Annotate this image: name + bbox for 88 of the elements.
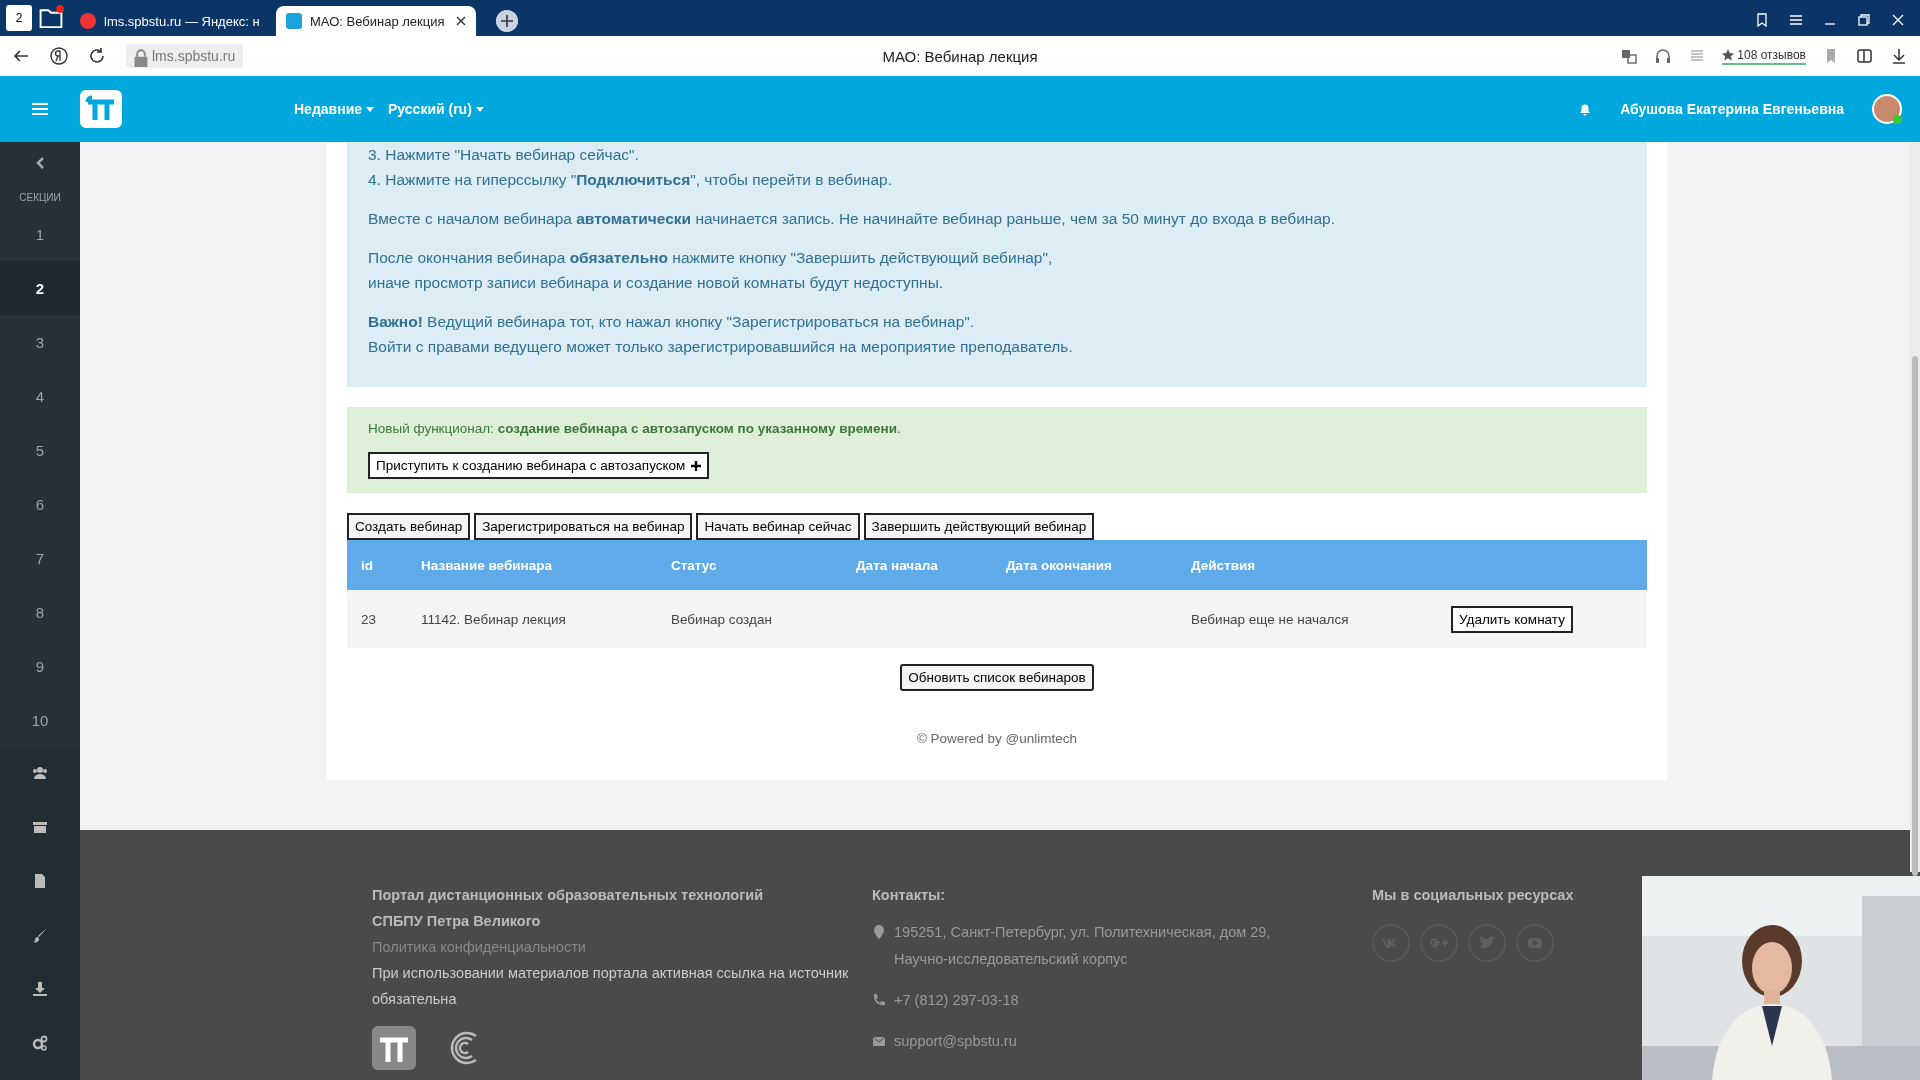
online-status-dot xyxy=(1893,115,1902,124)
map-pin-icon xyxy=(872,925,886,939)
browser-tab[interactable]: lms.spbstu.ru — Яндекс: н xyxy=(70,6,270,36)
new-folder-icon[interactable] xyxy=(38,5,64,31)
action-button[interactable]: Зарегистрироваться на вебинар xyxy=(474,513,693,540)
section-item[interactable]: 7 xyxy=(0,531,80,585)
download-icon[interactable] xyxy=(32,981,48,997)
info-text: После окончания вебинара обязательно нажмите кнопку "Завершить действующий вебинар", иначе просмотр записи вебинара и создание новой комнаты будут недоступны. xyxy=(368,248,1054,293)
phone-text: +7 (812) 297-03-18 xyxy=(894,991,1019,1010)
section-item[interactable]: 3 xyxy=(0,315,80,369)
caret-icon xyxy=(366,106,375,112)
info-text: Вместе с началом вебинара автоматически начинается запись. Не начинайте вебинар раньше, чем за 50 минут до входа в вебинар. xyxy=(368,209,1336,229)
table-cell: Вебинар создан xyxy=(671,611,772,627)
action-button[interactable]: Создать вебинар xyxy=(347,513,471,540)
tab-title: lms.spbstu.ru — Яндекс: н xyxy=(104,13,260,29)
download-icon[interactable] xyxy=(1890,47,1908,65)
section-item[interactable]: 4 xyxy=(0,369,80,423)
page-title: МАО: Вебинар лекция xyxy=(882,47,1038,65)
contacts-title: Контакты: xyxy=(872,886,947,905)
sidebar-title: СЕКЦИИ xyxy=(18,191,62,205)
tab-title: МАО: Вебинар лекция xyxy=(310,13,445,29)
menu-icon[interactable] xyxy=(1788,12,1804,28)
section-item[interactable]: 6 xyxy=(0,477,80,531)
favicon-icon xyxy=(286,13,302,29)
section-item[interactable]: 5 xyxy=(0,423,80,477)
translate-icon[interactable] xyxy=(1620,47,1639,65)
refresh-button[interactable]: Обновить список вебинаров xyxy=(900,664,1094,691)
dropdown-menu[interactable]: Русский (ru) xyxy=(388,101,484,117)
people-icon[interactable] xyxy=(32,765,48,781)
bookmarks-icon[interactable] xyxy=(1754,12,1770,28)
reload-icon[interactable] xyxy=(88,47,106,65)
action-button[interactable]: Начать вебинар сейчас xyxy=(696,513,860,540)
section-item[interactable]: 10 xyxy=(0,693,80,747)
envelope-icon xyxy=(872,1034,886,1048)
reviews-link[interactable]: 108 отзывов xyxy=(1722,47,1806,65)
close-icon[interactable] xyxy=(1890,12,1906,28)
headphones-icon[interactable] xyxy=(1654,47,1673,65)
dropdown-menu[interactable]: Недавние xyxy=(294,101,375,117)
section-item[interactable]: 2 xyxy=(0,261,80,315)
powered-by-text: © Powered by @unlimtech xyxy=(915,731,1079,746)
yandex-icon[interactable] xyxy=(50,47,68,65)
section-item[interactable]: 1 xyxy=(0,207,80,261)
column-header: Действия xyxy=(1177,540,1437,590)
table-cell: 11142. Вебинар лекция xyxy=(421,611,566,627)
footer-note: При использовании материалов портала активная ссылка на источник обязательна xyxy=(372,964,850,1009)
info-text: Важно! Ведущий вебинара тот, кто нажал кнопку "Зарегистрироваться на вебинар". Войти с правами ведущего может только зарегистрировавшийся на мероприятие преподаватель. xyxy=(368,312,1074,357)
social-title: Мы в социальных ресурсах xyxy=(1372,886,1574,905)
section-item[interactable]: 8 xyxy=(0,585,80,639)
delete-room-button[interactable]: Удалить комнату xyxy=(1451,605,1573,633)
address-field[interactable]: lms.spbstu.ru xyxy=(126,44,244,68)
phone-icon xyxy=(872,993,886,1007)
archive-icon[interactable] xyxy=(32,819,48,835)
star-icon xyxy=(1722,48,1735,61)
column-header: id xyxy=(347,540,407,590)
close-icon[interactable] xyxy=(456,16,466,26)
email-link[interactable]: support@spbstu.ru xyxy=(894,1028,1017,1055)
address-text: 195251, Санкт-Петербург, ул. Политехническая, дом 29, Научно-исследовательский корпус xyxy=(894,923,1272,969)
chevron-left-icon[interactable] xyxy=(36,157,44,169)
footer-title: Портал дистанционных образовательных технологий xyxy=(372,886,765,905)
plus-icon xyxy=(691,460,702,471)
brush-icon[interactable] xyxy=(32,927,48,943)
column-header: Название вебинара xyxy=(407,540,657,590)
footer-subtitle: СПБПУ Петра Великого xyxy=(372,912,542,931)
table-cell: 23 xyxy=(361,611,377,627)
user-name[interactable]: Абушова Екатерина Евгеньевна xyxy=(1620,101,1844,117)
logo-icon[interactable] xyxy=(80,90,122,128)
restore-icon[interactable] xyxy=(1856,12,1872,28)
create-autostart-button[interactable]: Приступить к созданию вебинара с автозапуском xyxy=(368,452,710,479)
favicon-icon xyxy=(80,13,96,29)
column-header: Дата окончания xyxy=(992,540,1177,590)
gears-icon[interactable] xyxy=(32,1035,48,1051)
lock-icon xyxy=(132,49,150,67)
bell-icon[interactable] xyxy=(1578,102,1593,116)
notice-text: Новый функционал: создание вебинара с автозапуском по указанному времени. xyxy=(368,421,902,436)
column-header: Статус xyxy=(657,540,842,590)
file-icon[interactable] xyxy=(32,873,48,889)
table-cell: Вебинар еще не начался xyxy=(1191,611,1349,627)
section-item[interactable]: 9 xyxy=(0,639,80,693)
extension-icon[interactable] xyxy=(1856,47,1874,65)
column-header: Дата начала xyxy=(842,540,992,590)
info-text: 3. Нажмите "Начать вебинар сейчас". 4. Нажмите на гиперссылку "Подключиться", чтобы перейти в вебинар. xyxy=(368,145,893,190)
plus-icon[interactable] xyxy=(496,10,518,32)
tab-counter[interactable]: 2 xyxy=(6,5,32,31)
browser-tab[interactable]: МАО: Вебинар лекция xyxy=(276,6,476,36)
action-button[interactable]: Завершить действующий вебинар xyxy=(863,513,1095,540)
logo-icon[interactable] xyxy=(372,1026,416,1070)
caret-icon xyxy=(475,106,484,112)
avatar[interactable] xyxy=(1872,94,1902,124)
